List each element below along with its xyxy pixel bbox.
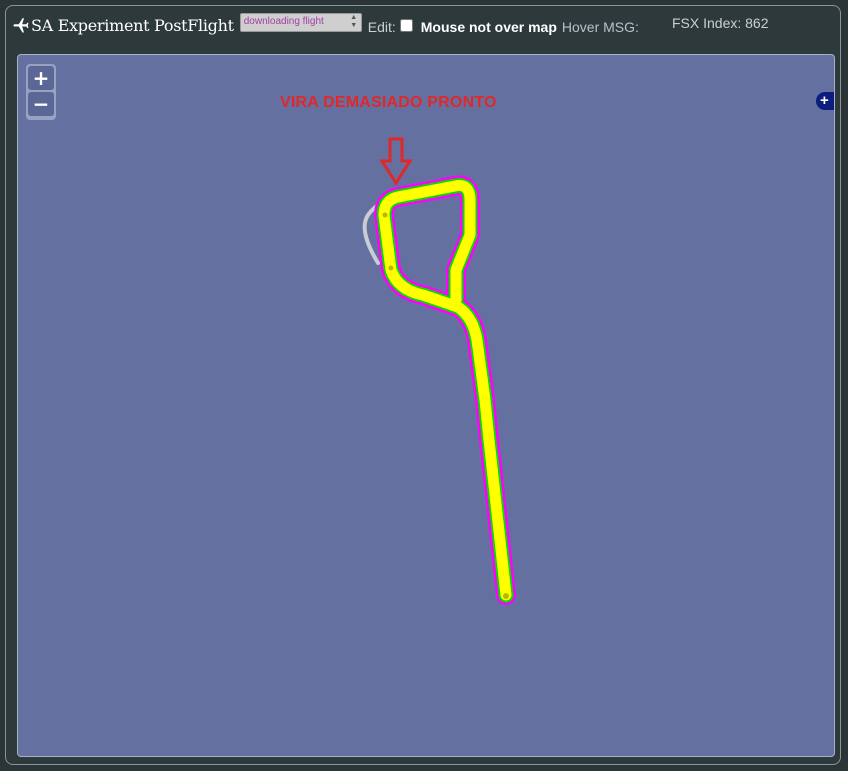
flight-select[interactable]: downloading flight ▲ ▼ [239,12,362,32]
app-title: SA Experiment PostFlight [31,15,234,35]
flight-track-layer [362,137,516,605]
expand-panel-button[interactable]: + [816,92,834,110]
zoom-in-button[interactable]: + [28,66,54,90]
down-arrow-icon [379,137,413,186]
mouse-status: Mouse not over map [420,19,557,35]
flown-track [378,180,512,601]
waypoint-marker [388,265,394,271]
map-annotation: VIRA DEMASIADO PRONTO [280,94,497,111]
airplane-icon [12,16,30,34]
flight-map[interactable]: VIRA DEMASIADO PRONTO + − + [17,54,835,757]
flight-select-value: downloading flight [243,15,324,27]
waypoint-marker [382,212,388,218]
fsx-index: FSX Index: 862 [672,15,769,31]
edit-label: Edit: [367,19,396,35]
zoom-control: + − [26,64,56,120]
spinner-arrows-icon[interactable]: ▲ ▼ [349,14,359,31]
zoom-out-button[interactable]: − [28,92,54,116]
edit-checkbox[interactable] [399,18,413,32]
waypoint-marker [503,593,509,599]
hover-msg-label: Hover MSG: [561,19,639,35]
